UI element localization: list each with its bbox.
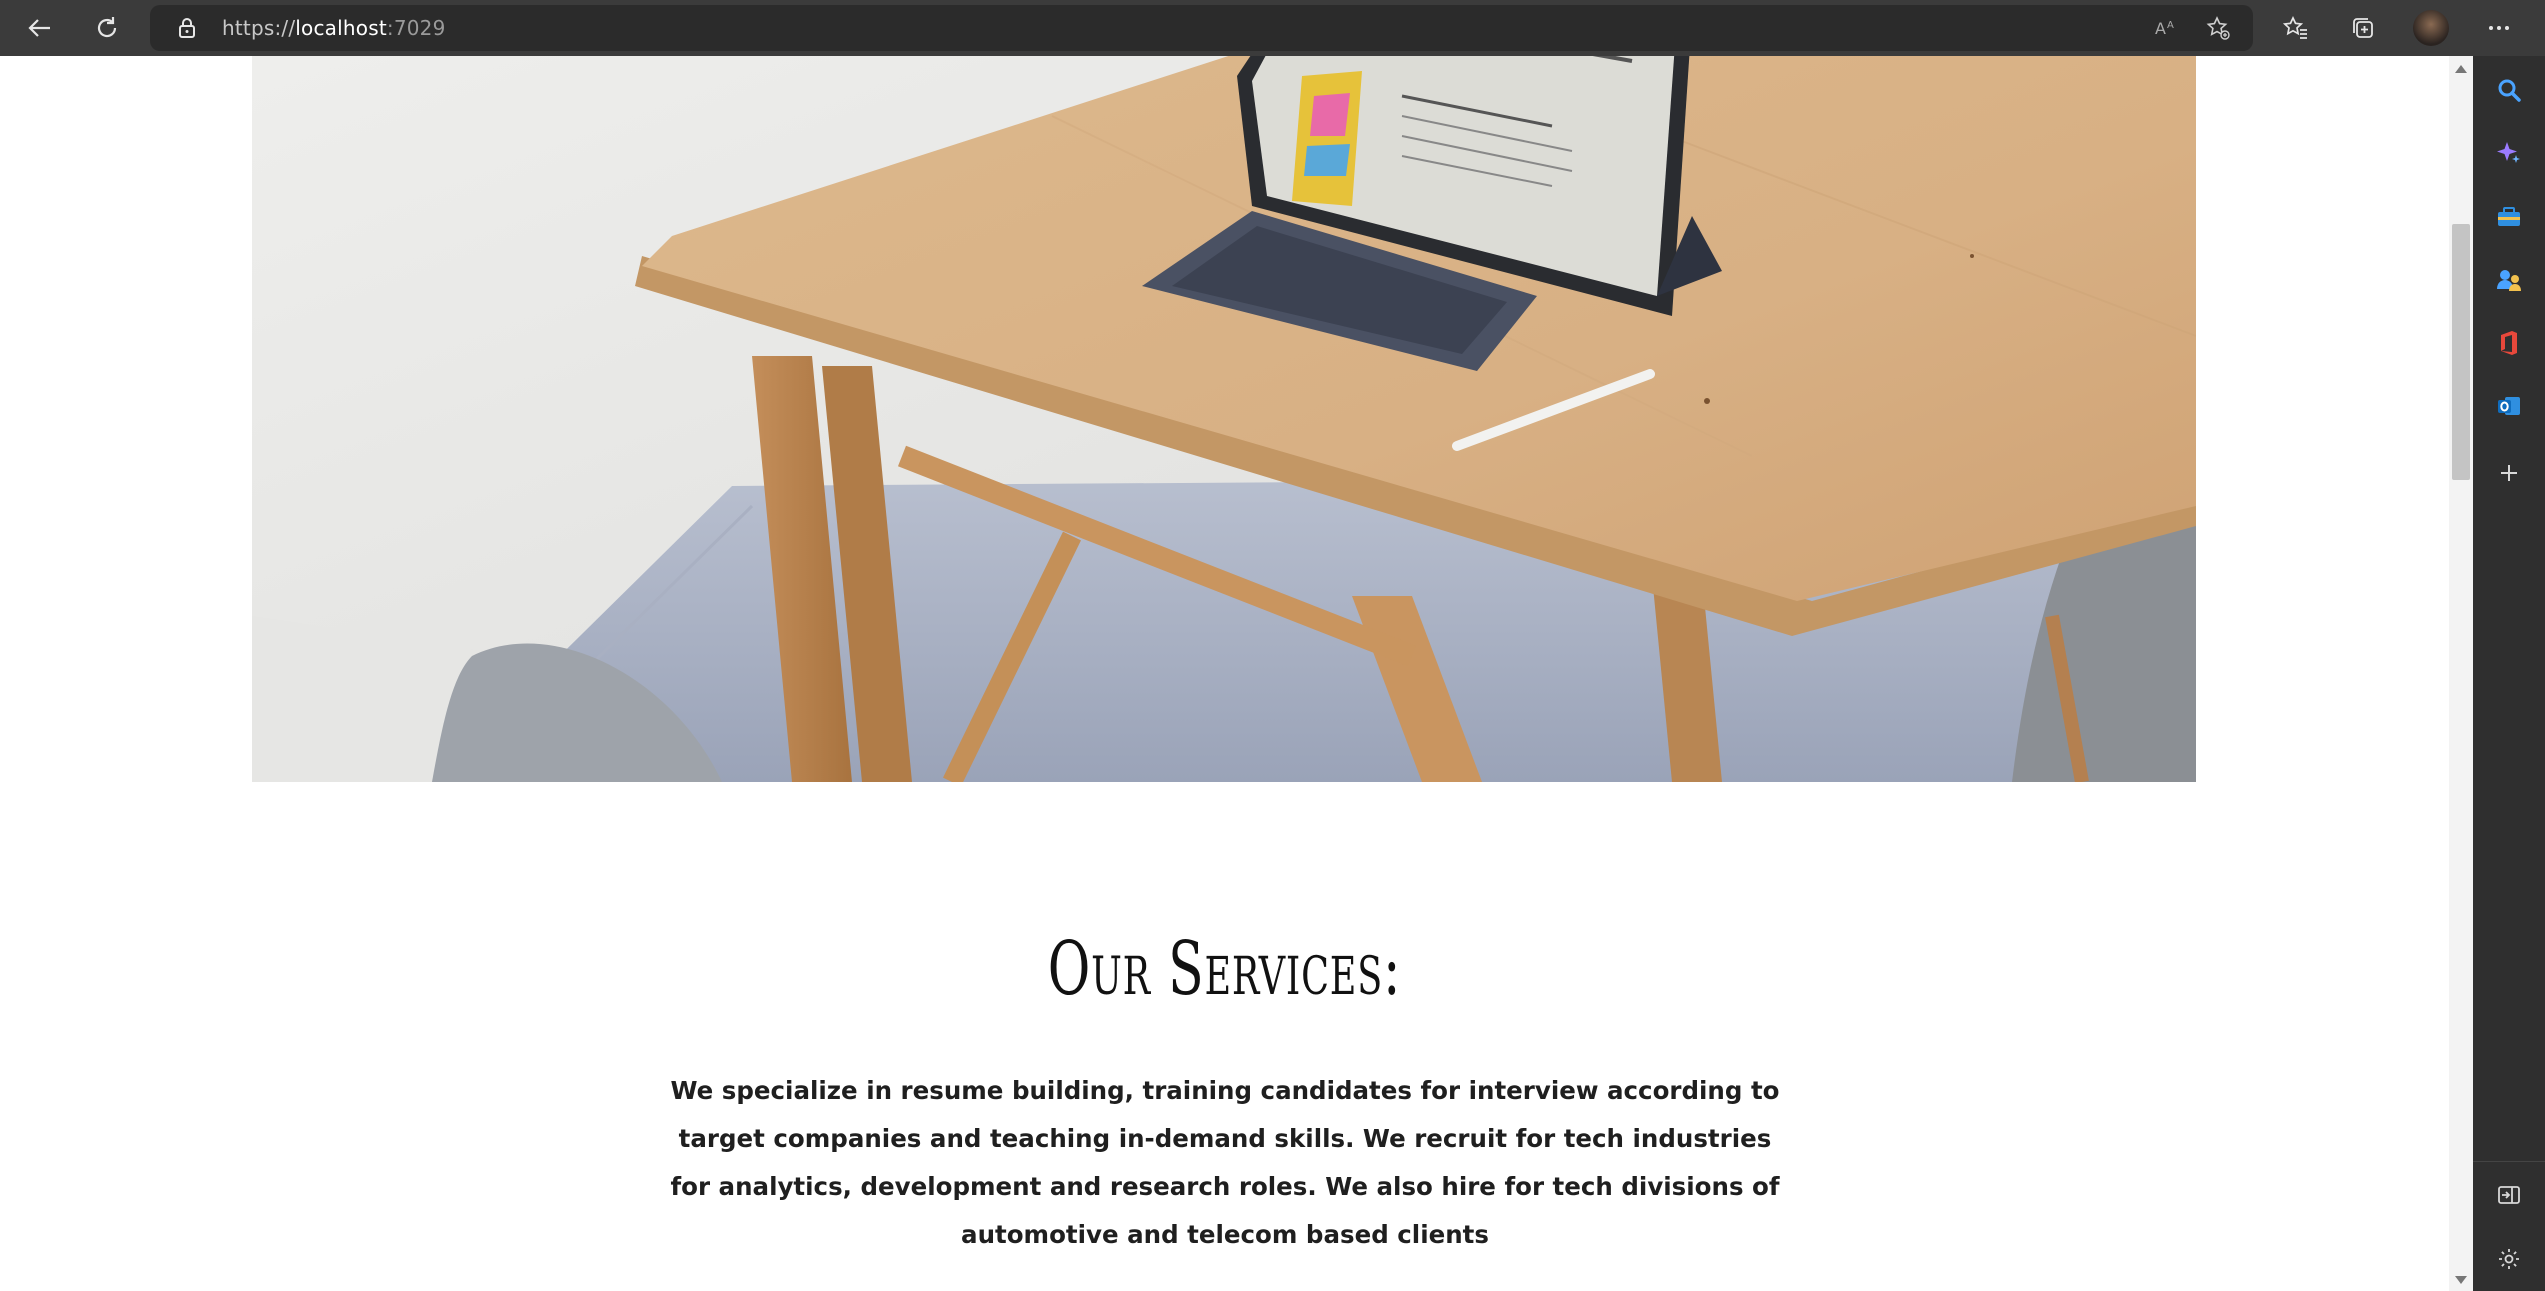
more-button[interactable] bbox=[2485, 14, 2513, 42]
svg-text:A: A bbox=[2155, 19, 2166, 38]
star-plus-icon[interactable] bbox=[2206, 16, 2230, 40]
sidebar-tools-button[interactable] bbox=[2495, 203, 2523, 231]
desk-photo bbox=[252, 56, 2196, 782]
office-icon bbox=[2501, 331, 2517, 355]
refresh-icon bbox=[97, 17, 117, 38]
sidebar-settings-button[interactable] bbox=[2495, 1245, 2523, 1273]
collections-button[interactable] bbox=[2349, 14, 2377, 42]
scrollbar-thumb[interactable] bbox=[2452, 224, 2470, 480]
collections-icon bbox=[2353, 18, 2373, 38]
sidebar-add-button[interactable] bbox=[2495, 459, 2523, 487]
browser-toolbar: https://localhost:7029 AA bbox=[0, 0, 2545, 56]
services-heading: Our Services: bbox=[1047, 926, 1402, 1012]
page-viewport: Our Services: We specialize in resume bu… bbox=[0, 56, 2449, 1291]
hide-sidebar-icon bbox=[2498, 1186, 2520, 1204]
refresh-button[interactable] bbox=[87, 8, 127, 48]
scroll-up-arrow[interactable] bbox=[2455, 65, 2467, 73]
sidebar-office-button[interactable] bbox=[2495, 329, 2523, 357]
sidebar-hide-button[interactable] bbox=[2495, 1181, 2523, 1209]
url-port: :7029 bbox=[386, 16, 446, 40]
avatar[interactable] bbox=[2413, 10, 2449, 46]
scroll-down-arrow[interactable] bbox=[2455, 1276, 2467, 1284]
search-icon bbox=[2498, 79, 2521, 102]
sidebar-people-button[interactable] bbox=[2495, 266, 2523, 294]
page-scrollbar[interactable] bbox=[2449, 56, 2473, 1291]
settings-icon bbox=[2499, 1249, 2519, 1269]
favorites-icon bbox=[2283, 16, 2307, 39]
sidebar-search-button[interactable] bbox=[2495, 76, 2523, 104]
sidebar-outlook-button[interactable] bbox=[2495, 392, 2523, 420]
hero-image bbox=[252, 56, 2196, 782]
back-arrow-icon bbox=[28, 19, 50, 37]
people-icon bbox=[2497, 270, 2521, 291]
sidebar-copilot-button[interactable] bbox=[2495, 139, 2523, 167]
back-button[interactable] bbox=[20, 8, 60, 48]
sidebar-divider bbox=[2473, 1161, 2545, 1162]
read-aloud-icon[interactable]: AA bbox=[2154, 16, 2178, 40]
lock-icon[interactable] bbox=[176, 17, 198, 39]
svg-text:A: A bbox=[2167, 20, 2174, 31]
favorites-button[interactable] bbox=[2282, 14, 2310, 42]
browser-sidebar bbox=[2473, 56, 2545, 1291]
address-bar[interactable]: https://localhost:7029 AA bbox=[150, 5, 2253, 51]
tools-icon bbox=[2498, 207, 2520, 226]
url-host: localhost bbox=[295, 16, 387, 40]
url-text[interactable]: https://localhost:7029 bbox=[222, 16, 446, 40]
more-icon bbox=[2489, 26, 2509, 30]
add-icon bbox=[2501, 465, 2517, 481]
outlook-icon bbox=[2498, 397, 2520, 415]
copilot-icon bbox=[2497, 142, 2520, 163]
url-scheme: https:// bbox=[222, 16, 296, 40]
services-description: We specialize in resume building, traini… bbox=[670, 1076, 1780, 1249]
